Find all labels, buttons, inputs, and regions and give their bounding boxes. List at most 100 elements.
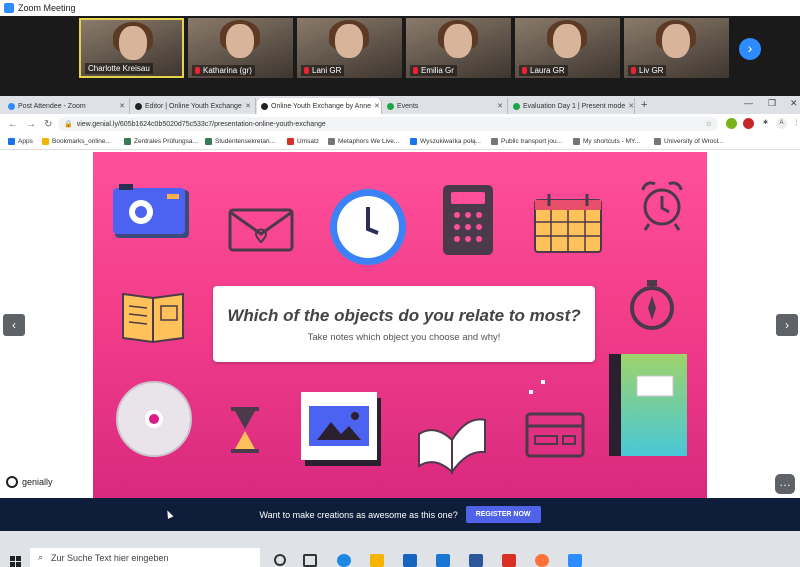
maximize-icon[interactable]: ❐ <box>768 98 776 109</box>
profile-avatar[interactable]: A <box>776 118 787 129</box>
hourglass-icon[interactable] <box>231 407 259 453</box>
participant-name: Liv GR <box>639 66 664 75</box>
bookmark-apps[interactable]: Apps <box>8 138 33 145</box>
genially-logo-icon <box>6 476 18 488</box>
tab-editor[interactable]: Editor | Online Youth Exchange ✕ <box>131 98 256 114</box>
chevron-right-icon: › <box>747 40 753 56</box>
tab-post-attendee[interactable]: Post Attendee - Zoom ✕ <box>4 98 130 114</box>
credit-card-icon[interactable] <box>525 412 585 458</box>
participant-tile[interactable]: Liv GR <box>624 18 729 78</box>
bookmark-item[interactable]: Wyszukiwarka połą... <box>410 138 481 145</box>
gmail-icon[interactable] <box>502 554 516 567</box>
muted-mic-icon <box>522 67 527 74</box>
zoom-taskbar-icon[interactable] <box>568 554 582 567</box>
notebook-icon[interactable] <box>609 354 687 456</box>
promo-bar: Want to make creations as awesome as thi… <box>0 498 800 531</box>
presentation-viewer: ‹ › Which of the objects do you relate t… <box>0 150 800 498</box>
task-view-icon[interactable] <box>303 554 317 567</box>
participant-tile[interactable]: Katharina (gr) <box>188 18 293 78</box>
windows-start-icon[interactable] <box>10 556 21 567</box>
genially-logo[interactable]: genially <box>6 476 53 488</box>
participant-name: Katharina (gr) <box>203 66 252 75</box>
participant-name: Lani GR <box>312 66 342 75</box>
bookmark-item[interactable]: Zentrales Prüfungsa... <box>124 138 198 145</box>
close-tab-icon[interactable]: ✕ <box>371 102 380 110</box>
edge-icon[interactable] <box>337 554 351 567</box>
tab-label: Events <box>397 102 419 110</box>
register-button[interactable]: REGISTER NOW <box>465 506 541 523</box>
clock-icon[interactable] <box>328 187 408 267</box>
muted-mic-icon <box>413 67 418 74</box>
bookmark-item[interactable]: My shortcuts - MY... <box>573 138 640 145</box>
participant-tile[interactable]: Lani GR <box>297 18 402 78</box>
close-window-icon[interactable]: ✕ <box>790 98 798 109</box>
alarm-clock-icon[interactable] <box>639 180 685 232</box>
bookmark-icon <box>124 138 131 145</box>
new-tab-button[interactable]: + <box>641 99 647 111</box>
bookmarks-bar: Apps Bookmarks_online... Zentrales Prüfu… <box>0 134 800 150</box>
star-icon[interactable]: ☆ <box>706 120 712 128</box>
next-participants-button[interactable]: › <box>739 38 761 60</box>
cortana-icon[interactable] <box>274 554 286 566</box>
bookmark-item[interactable]: Umsatz <box>287 138 319 145</box>
lock-icon: 🔒 <box>64 121 73 128</box>
camera-icon[interactable] <box>113 184 191 240</box>
tab-label: Evaluation Day 1 | Present mode <box>523 102 626 110</box>
book-icon[interactable] <box>121 290 187 344</box>
puzzle-icon[interactable]: ✱ <box>760 118 771 129</box>
calendar-icon[interactable] <box>533 192 603 254</box>
more-options-button[interactable]: … <box>775 474 795 494</box>
app-icon[interactable] <box>436 554 450 567</box>
tab-evaluation[interactable]: Evaluation Day 1 | Present mode ✕ <box>509 98 635 114</box>
participant-video <box>553 24 581 58</box>
search-icon: ⌕ <box>38 552 44 562</box>
folder-icon <box>42 138 49 145</box>
compass-icon[interactable] <box>629 280 675 332</box>
next-slide-button[interactable]: › <box>776 314 798 336</box>
muted-mic-icon <box>631 67 636 74</box>
file-explorer-icon[interactable] <box>370 554 384 567</box>
extension-icon[interactable] <box>743 118 754 129</box>
close-tab-icon[interactable]: ✕ <box>494 102 503 110</box>
address-bar[interactable]: 🔒 view.genial.ly/605b1624c0b5020d75c533c… <box>58 117 718 131</box>
close-tab-icon[interactable]: ✕ <box>625 102 634 110</box>
genially-favicon-icon <box>135 102 142 110</box>
tab-events[interactable]: Events ✕ <box>383 98 508 114</box>
zoom-favicon-icon <box>8 102 15 110</box>
close-tab-icon[interactable]: ✕ <box>116 102 125 110</box>
tab-label: Online Youth Exchange by Anne <box>271 102 372 110</box>
participant-name: Laura GR <box>530 66 565 75</box>
muted-mic-icon <box>195 67 200 74</box>
previous-slide-button[interactable]: ‹ <box>3 314 25 336</box>
calculator-icon[interactable] <box>443 185 493 255</box>
bookmark-item[interactable]: Public transport jou... <box>491 138 562 145</box>
envelope-icon[interactable] <box>228 208 296 254</box>
taskbar-search-input[interactable]: ⌕ Zur Suche Text hier eingeben <box>30 548 260 567</box>
participant-tile[interactable]: Charlotte Kreisau <box>79 18 184 78</box>
minimize-icon[interactable]: — <box>744 98 753 108</box>
word-icon[interactable] <box>469 554 483 567</box>
bookmark-item[interactable]: Studentensekretari... <box>205 138 275 145</box>
tab-label: Editor | Online Youth Exchange <box>145 102 242 110</box>
evaluation-favicon-icon <box>513 102 520 110</box>
open-book-icon[interactable] <box>415 410 489 476</box>
bookmark-item[interactable]: University of Wrocł... <box>654 138 723 145</box>
firefox-icon[interactable] <box>535 554 549 567</box>
forward-icon[interactable]: → <box>26 119 36 130</box>
menu-dots-icon[interactable]: ⋮ <box>791 118 800 129</box>
bookmark-item[interactable]: Metaphors We Live... <box>328 138 399 145</box>
participant-video <box>335 24 363 58</box>
picture-icon[interactable] <box>301 392 381 466</box>
slide: Which of the objects do you relate to mo… <box>93 152 707 498</box>
extension-icon[interactable] <box>726 118 737 129</box>
close-tab-icon[interactable]: ✕ <box>242 102 251 110</box>
participant-tile[interactable]: Laura GR <box>515 18 620 78</box>
bookmark-item[interactable]: Bookmarks_online... <box>42 138 111 145</box>
zoom-titlebar: Zoom Meeting <box>0 0 800 16</box>
participant-tile[interactable]: Emilia Gr <box>406 18 511 78</box>
tab-online-youth-exchange[interactable]: Online Youth Exchange by Anne ✕ <box>257 98 382 114</box>
cd-icon[interactable] <box>115 380 193 458</box>
back-icon[interactable]: ← <box>8 119 18 130</box>
reload-icon[interactable]: ↻ <box>44 119 52 130</box>
mail-icon[interactable] <box>403 554 417 567</box>
